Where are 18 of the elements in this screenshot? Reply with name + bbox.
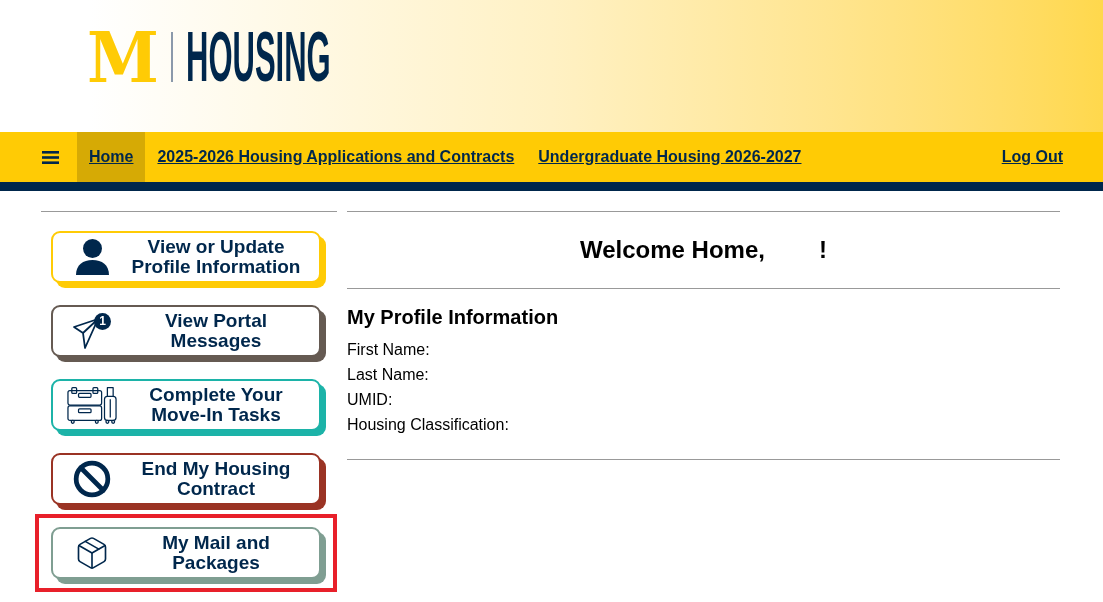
field-label: UMID:	[347, 390, 393, 410]
prohibited-icon	[73, 460, 111, 498]
log-out-link[interactable]: Log Out	[989, 132, 1075, 182]
nav-tab[interactable]: 2025-2026 Housing Applications and Contracts	[145, 132, 527, 182]
menu-icon[interactable]	[42, 150, 59, 164]
field-label: Housing Classification:	[347, 415, 509, 435]
nav-tab[interactable]: Home	[77, 132, 146, 182]
section-title: My Profile Information	[347, 305, 559, 330]
count-badge: 1	[94, 313, 111, 330]
welcome-exclamation: !	[818, 235, 827, 265]
nav-tab[interactable]: Undergraduate Housing 2026-2027	[526, 132, 814, 182]
person-icon	[74, 239, 110, 275]
field-label: Last Name:	[347, 365, 429, 385]
welcome-heading: Welcome Home,	[580, 235, 765, 265]
field-label: First Name:	[347, 340, 430, 360]
luggage-icon	[67, 385, 117, 425]
logo-wordmark: HOUSING	[186, 31, 331, 83]
logo-letter: M	[87, 31, 159, 83]
